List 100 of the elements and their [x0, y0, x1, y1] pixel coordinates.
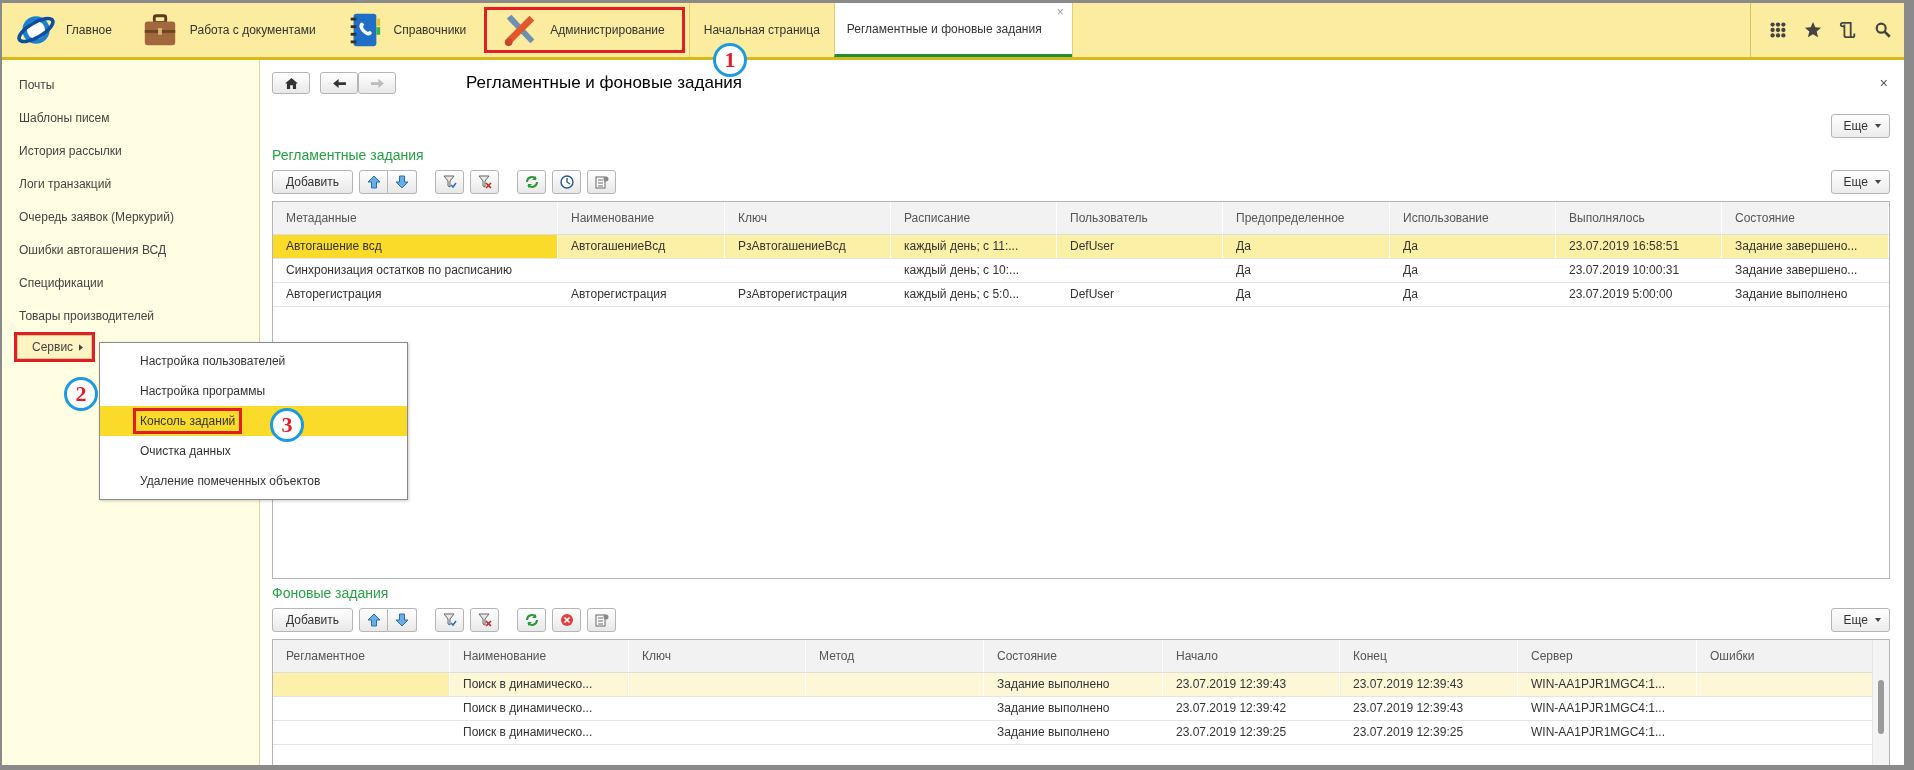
sidebar-item[interactable]: Спецификации: [2, 273, 104, 306]
cancel-button[interactable]: [552, 608, 582, 632]
sidebar-item[interactable]: Ошибки автогашения ВСД: [2, 240, 167, 273]
close-icon[interactable]: ×: [1879, 75, 1888, 91]
back-button[interactable]: [320, 72, 358, 94]
menu-item[interactable]: Удаление помеченных объектов: [136, 471, 325, 491]
table-cell-text: 23.07.2019 12:39:25: [1352, 724, 1465, 741]
refresh-icon: [524, 613, 539, 627]
scrollbar[interactable]: [1872, 640, 1889, 765]
schedule-button[interactable]: [552, 170, 582, 194]
arrow-down-icon: [395, 613, 410, 627]
table-cell: Да: [1390, 235, 1556, 258]
filter-button[interactable]: [435, 170, 465, 194]
column-header[interactable]: Наименование: [450, 640, 629, 673]
column-header[interactable]: Ключ: [629, 640, 806, 673]
move-down-button[interactable]: [388, 608, 418, 632]
section-tab[interactable]: Справочники: [329, 3, 481, 57]
column-header[interactable]: Выполнялось: [1556, 202, 1722, 235]
star-icon[interactable]: [1804, 21, 1822, 39]
clear-filter-button[interactable]: [470, 170, 500, 194]
add-button[interactable]: Добавить: [272, 170, 354, 194]
table-cell: Автогашение всд: [273, 235, 558, 258]
filter-icon: [442, 613, 457, 627]
menu-item[interactable]: Настройка пользователей: [136, 351, 290, 371]
column-header[interactable]: Ключ: [725, 202, 891, 235]
section-title: Регламентные задания: [272, 147, 425, 165]
search-icon[interactable]: [1874, 21, 1892, 39]
table-cell: АвтогашениеВсд: [558, 235, 725, 258]
menu-row[interactable]: Настройка пользователей: [100, 346, 407, 376]
sidebar-item[interactable]: Почты: [2, 75, 55, 108]
table-row[interactable]: Поиск в динамическо... Задание выполнено 23.07.2019 12:39:42 23.07.2019 12:39:43 WIN-AA1PJR1MGC4:1...: [273, 697, 1873, 721]
column-header[interactable]: Начало: [1163, 640, 1340, 673]
table-cell-text: Синхронизация остатков по расписанию: [285, 262, 514, 279]
arrow-down-icon: [395, 175, 410, 189]
table-cell-text: Задание завершено...: [1734, 262, 1859, 279]
column-header[interactable]: Регламентное: [273, 640, 450, 673]
table-cell-text: Да: [1235, 262, 1252, 279]
column-header[interactable]: Наименование: [558, 202, 725, 235]
list-settings-icon: [594, 613, 609, 627]
clear-filter-icon: [477, 175, 492, 189]
add-button[interactable]: Добавить: [272, 608, 354, 632]
menu-item[interactable]: Очистка данных: [136, 441, 235, 461]
arrow-left-icon: [332, 77, 346, 89]
table-row[interactable]: Автогашение всд АвтогашениеВсд РзАвтогашениеВсд каждый день; с 11:... DefUser Да Да 23.07.2019 16:58:51 Задание завершено...: [273, 235, 1889, 259]
table-cell-text: 23.07.2019 12:39:42: [1175, 700, 1288, 717]
column-header[interactable]: Состояние: [1722, 202, 1889, 235]
home-button[interactable]: [272, 72, 310, 94]
caret-icon: [79, 343, 84, 351]
sidebar-item[interactable]: История рассылки: [2, 141, 122, 174]
history-scroll-icon[interactable]: [1839, 21, 1857, 39]
refresh-button[interactable]: [517, 170, 547, 194]
more-button[interactable]: Еще: [1830, 114, 1890, 138]
column-header[interactable]: Расписание: [891, 202, 1057, 235]
table-row[interactable]: Поиск в динамическо... Задание выполнено 23.07.2019 12:39:43 23.07.2019 12:39:43 WIN-AA1PJR1MGC4:1...: [273, 673, 1873, 697]
window-tab[interactable]: Регламентные и фоновые задания ×: [833, 3, 1072, 57]
sidebar-item[interactable]: Логи транзакций: [2, 174, 112, 207]
settings-button[interactable]: [587, 170, 617, 194]
menu-item[interactable]: Консоль заданий: [136, 411, 240, 431]
section-tab[interactable]: Администрирование: [480, 3, 689, 57]
more-button[interactable]: Еще: [1830, 170, 1890, 194]
table-row[interactable]: Поиск в динамическо... Задание выполнено 23.07.2019 12:39:25 23.07.2019 12:39:25 WIN-AA1PJR1MGC4:1...: [273, 721, 1873, 745]
sidebar-item[interactable]: Очередь заявок (Меркурий): [2, 207, 174, 240]
refresh-button[interactable]: [517, 608, 547, 632]
column-header[interactable]: Метаданные: [273, 202, 558, 235]
menu-row[interactable]: Удаление помеченных объектов: [100, 466, 407, 496]
move-up-button[interactable]: [359, 608, 389, 632]
table-cell-text: Задание выполнено: [996, 700, 1111, 717]
clear-filter-button[interactable]: [470, 608, 500, 632]
menu-item[interactable]: Настройка программы: [136, 381, 270, 401]
table-cell-text: WIN-AA1PJR1MGC4:1...: [1530, 724, 1667, 741]
table-cell-text: Авторегистрация: [570, 286, 668, 303]
clear-filter-icon: [477, 613, 492, 627]
table-cell-text: 23.07.2019 5:00:00: [1568, 286, 1674, 303]
section-tab[interactable]: Главное: [2, 3, 126, 57]
more-button[interactable]: Еще: [1830, 608, 1890, 632]
column-header[interactable]: Конец: [1340, 640, 1518, 673]
column-header[interactable]: Сервер: [1518, 640, 1697, 673]
table-row[interactable]: Синхронизация остатков по расписанию каждый день; с 10:... Да Да 23.07.2019 10:00:31 Задание завершено...: [273, 259, 1889, 283]
caret-icon: [1875, 180, 1881, 184]
column-header[interactable]: Состояние: [984, 640, 1163, 673]
settings-button[interactable]: [587, 608, 617, 632]
table-cell-text: Задание выполнено: [1734, 286, 1849, 303]
column-header[interactable]: Предопределенное: [1223, 202, 1390, 235]
section-tab[interactable]: Работа с документами: [125, 3, 330, 57]
column-header[interactable]: Метод: [806, 640, 984, 673]
move-up-button[interactable]: [359, 170, 389, 194]
apps-grid-icon[interactable]: [1769, 21, 1787, 39]
menu-row[interactable]: Настройка программы: [100, 376, 407, 406]
column-header[interactable]: Пользователь: [1057, 202, 1223, 235]
table-row[interactable]: Авторегистрация Авторегистрация РзАвторегистрация каждый день; с 5:0... DefUser Да Да 23.07.2019 5:00:00 Задание выполнено: [273, 283, 1889, 307]
column-header[interactable]: Ошибки: [1697, 640, 1873, 673]
table-cell: каждый день; с 11:...: [891, 235, 1057, 258]
service-menu-button[interactable]: Сервис: [17, 335, 93, 359]
column-header[interactable]: Использование: [1390, 202, 1556, 235]
arrow-right-icon: [370, 77, 384, 89]
move-down-button[interactable]: [388, 170, 418, 194]
sidebar-item[interactable]: Шаблоны писем: [2, 108, 110, 141]
table-cell-text: РзАвторегистрация: [737, 286, 848, 303]
filter-button[interactable]: [435, 608, 465, 632]
table-cell-text: 23.07.2019 10:00:31: [1568, 262, 1681, 279]
